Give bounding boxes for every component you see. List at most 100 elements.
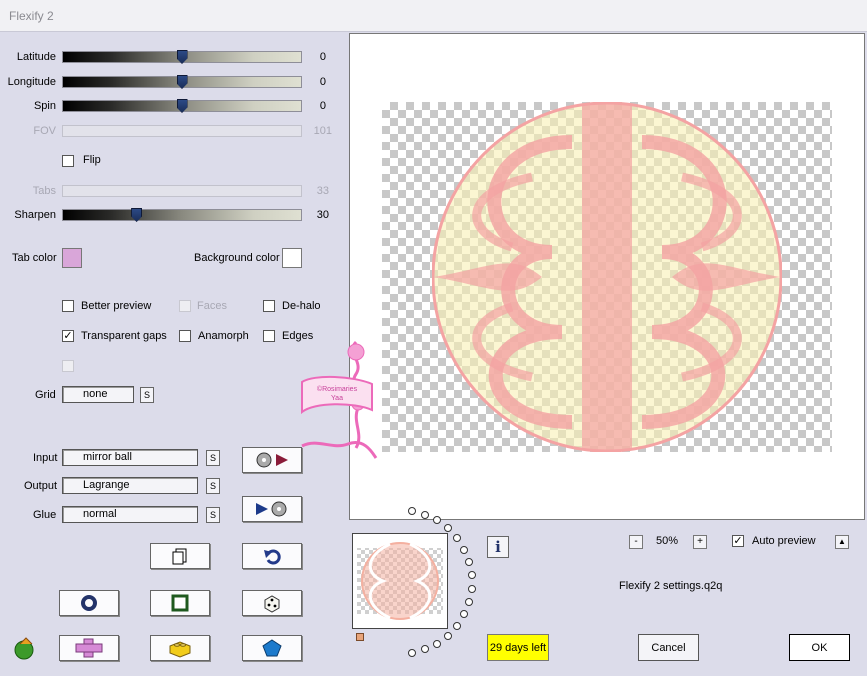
spin-label: Spin [33,100,56,112]
thumbnail-sphere-preview [357,542,443,620]
input-select[interactable]: mirror ball [62,449,198,466]
disc-to-play-icon [256,452,288,468]
spin-value: 0 [319,100,326,112]
position-dot[interactable] [444,524,453,533]
position-dot[interactable] [465,558,474,567]
grid-select[interactable]: none [62,386,134,403]
undo-button[interactable] [242,543,302,569]
position-dot[interactable] [453,621,462,630]
longitude-value: 0 [319,76,326,88]
tab-color-swatch[interactable] [62,248,82,268]
window-title: Flexify 2 [9,9,54,23]
flip-label: Flip [83,154,101,166]
load-input-button[interactable] [242,447,302,473]
flip-checkbox[interactable] [62,155,74,167]
logo-icon [14,637,34,660]
position-dot[interactable] [467,584,476,593]
square-button[interactable] [150,590,210,616]
ok-button[interactable]: OK [789,634,850,661]
spin-slider[interactable] [62,99,302,113]
latitude-thumb[interactable] [176,50,188,64]
sharpen-thumb[interactable] [131,208,143,222]
zoom-in-button[interactable]: + [693,535,707,549]
position-dot[interactable] [433,516,442,525]
sharpen-slider[interactable] [62,208,302,222]
grid-s-button[interactable]: S [140,387,154,403]
position-dot[interactable] [408,648,417,657]
glue-label: Glue [33,509,57,521]
latitude-slider[interactable] [62,50,302,64]
copy-button[interactable] [150,543,210,569]
transparent-gaps-label: Transparent gaps [81,330,167,342]
dice-icon [264,595,280,613]
edges-checkbox[interactable] [263,330,275,342]
better-preview-label: Better preview [81,300,152,312]
flexified-sphere-preview [432,102,782,452]
background-color-swatch[interactable] [282,248,302,268]
faces-label: Faces [197,300,227,312]
random-button[interactable] [242,590,302,616]
thumbnail-navigator[interactable] [352,533,448,629]
collapse-button[interactable]: ▲ [835,535,849,549]
gem-button[interactable] [242,635,302,661]
auto-preview-checkbox[interactable]: ✓ [732,535,744,547]
watermark-text: ©Rosimaries Yaa [316,386,358,402]
longitude-slider[interactable] [62,75,302,89]
position-dot[interactable] [465,597,474,606]
position-dot[interactable] [467,571,476,580]
longitude-thumb[interactable] [176,75,188,89]
plus-button[interactable] [59,635,119,661]
pink-plus-icon [75,638,103,658]
cancel-button[interactable]: Cancel [638,634,699,661]
fov-value: 101 [313,125,332,137]
blue-gem-icon [262,639,282,657]
undo-arrow-icon [264,549,281,565]
green-square-icon [171,594,189,612]
info-icon: i [495,538,501,556]
position-dot[interactable] [444,631,453,640]
ring-button[interactable] [59,590,119,616]
zoom-out-button[interactable]: - [629,535,643,549]
output-s-button[interactable]: S [206,478,220,494]
input-label: Input [33,452,58,464]
save-output-button[interactable] [242,496,302,522]
input-s-button[interactable]: S [206,450,220,466]
info-button[interactable]: i [487,536,509,558]
longitude-label: Longitude [7,76,56,88]
de-halo-label: De-halo [282,300,321,312]
sharpen-label: Sharpen [14,209,56,221]
position-dot[interactable] [453,534,462,543]
output-label: Output [24,480,58,492]
faces-checkbox [179,300,191,312]
anamorph-label: Anamorph [198,330,249,342]
unlabeled-checkbox [62,360,74,372]
position-dot[interactable] [421,645,430,654]
brick-button[interactable] [150,635,210,661]
position-dot[interactable] [433,639,442,648]
position-dot[interactable] [421,510,430,519]
sharpen-value: 30 [316,209,329,221]
play-to-disc-icon [256,501,287,517]
anamorph-checkbox[interactable] [179,330,191,342]
transparent-gaps-checkbox[interactable]: ✓ [62,330,74,342]
glue-select[interactable]: normal [62,506,198,523]
latitude-label: Latitude [16,51,56,63]
spin-thumb[interactable] [176,99,188,113]
position-dot[interactable] [460,610,469,619]
glue-s-button[interactable]: S [206,507,220,523]
tabs-slider [62,185,302,197]
position-marker-icon[interactable] [356,633,364,641]
background-color-label: Background color [194,252,280,264]
grid-label: Grid [35,389,56,401]
de-halo-checkbox[interactable] [263,300,275,312]
yellow-brick-icon [169,641,191,658]
better-preview-checkbox[interactable] [62,300,74,312]
output-select[interactable]: Lagrange [62,477,198,494]
tabs-label: Tabs [32,185,56,197]
tab-color-label: Tab color [12,252,57,264]
preview-panel[interactable] [349,33,865,520]
latitude-value: 0 [319,51,326,63]
position-dot[interactable] [460,545,469,554]
trial-days-left-button[interactable]: 29 days left [487,634,549,661]
copy-document-icon [172,548,187,565]
